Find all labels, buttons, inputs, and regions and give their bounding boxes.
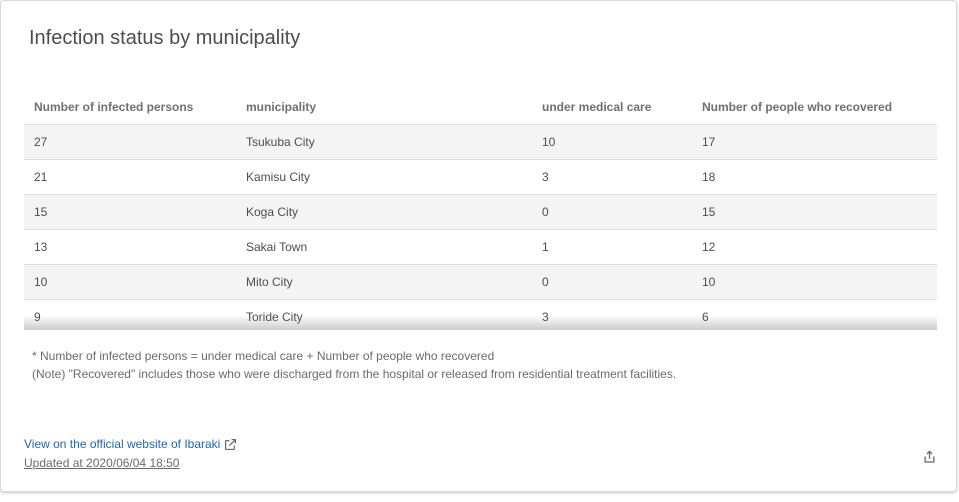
municipality-table: Number of infected persons municipality … [24, 89, 937, 329]
external-link-icon [224, 438, 237, 451]
infection-status-card: Infection status by municipality Number … [0, 0, 957, 492]
official-website-link-label: View on the official website of Ibaraki [24, 437, 221, 451]
card-title: Infection status by municipality [29, 27, 301, 49]
cell-municipality: Koga City [236, 194, 532, 230]
table-header-row: Number of infected persons municipality … [24, 89, 937, 125]
cell-under-care: 0 [532, 194, 692, 230]
table-row: 13 Sakai Town 1 12 [24, 229, 937, 265]
cell-under-care: 3 [532, 159, 692, 195]
table-row: 15 Koga City 0 15 [24, 194, 937, 230]
cell-recovered: 17 [692, 124, 937, 160]
cell-municipality: Tsukuba City [236, 124, 532, 160]
cell-under-care: 1 [532, 229, 692, 265]
table-row: 9 Toride City 3 6 [24, 299, 937, 329]
table-row: 10 Mito City 0 10 [24, 264, 937, 300]
cell-infected: 21 [24, 159, 236, 195]
cell-municipality: Sakai Town [236, 229, 532, 265]
column-header-under-care[interactable]: under medical care [532, 89, 692, 125]
cell-infected: 9 [24, 299, 236, 329]
footnotes: * Number of infected persons = under med… [32, 347, 676, 383]
cell-recovered: 15 [692, 194, 937, 230]
share-icon [922, 449, 937, 470]
cell-infected: 13 [24, 229, 236, 265]
cell-municipality: Toride City [236, 299, 532, 329]
cell-under-care: 0 [532, 264, 692, 300]
table-row: 21 Kamisu City 3 18 [24, 159, 937, 195]
footnote-formula: * Number of infected persons = under med… [32, 349, 495, 363]
table-scroll-container[interactable]: Number of infected persons municipality … [24, 89, 937, 330]
column-header-infected[interactable]: Number of infected persons [24, 89, 236, 125]
table-row: 27 Tsukuba City 10 17 [24, 124, 937, 160]
cell-infected: 27 [24, 124, 236, 160]
cell-recovered: 10 [692, 264, 937, 300]
cell-infected: 15 [24, 194, 236, 230]
column-header-recovered[interactable]: Number of people who recovered [692, 89, 937, 125]
column-header-municipality[interactable]: municipality [236, 89, 532, 125]
footnote-recovered-definition: (Note) "Recovered" includes those who we… [32, 367, 677, 381]
cell-under-care: 3 [532, 299, 692, 329]
cell-recovered: 12 [692, 229, 937, 265]
cell-municipality: Kamisu City [236, 159, 532, 195]
cell-municipality: Mito City [236, 264, 532, 300]
official-website-link[interactable]: View on the official website of Ibaraki [24, 437, 237, 451]
cell-infected: 10 [24, 264, 236, 300]
cell-recovered: 18 [692, 159, 937, 195]
cell-recovered: 6 [692, 299, 937, 329]
updated-timestamp: Updated at 2020/06/04 18:50 [24, 456, 180, 470]
share-button[interactable] [920, 449, 938, 470]
cell-under-care: 10 [532, 124, 692, 160]
